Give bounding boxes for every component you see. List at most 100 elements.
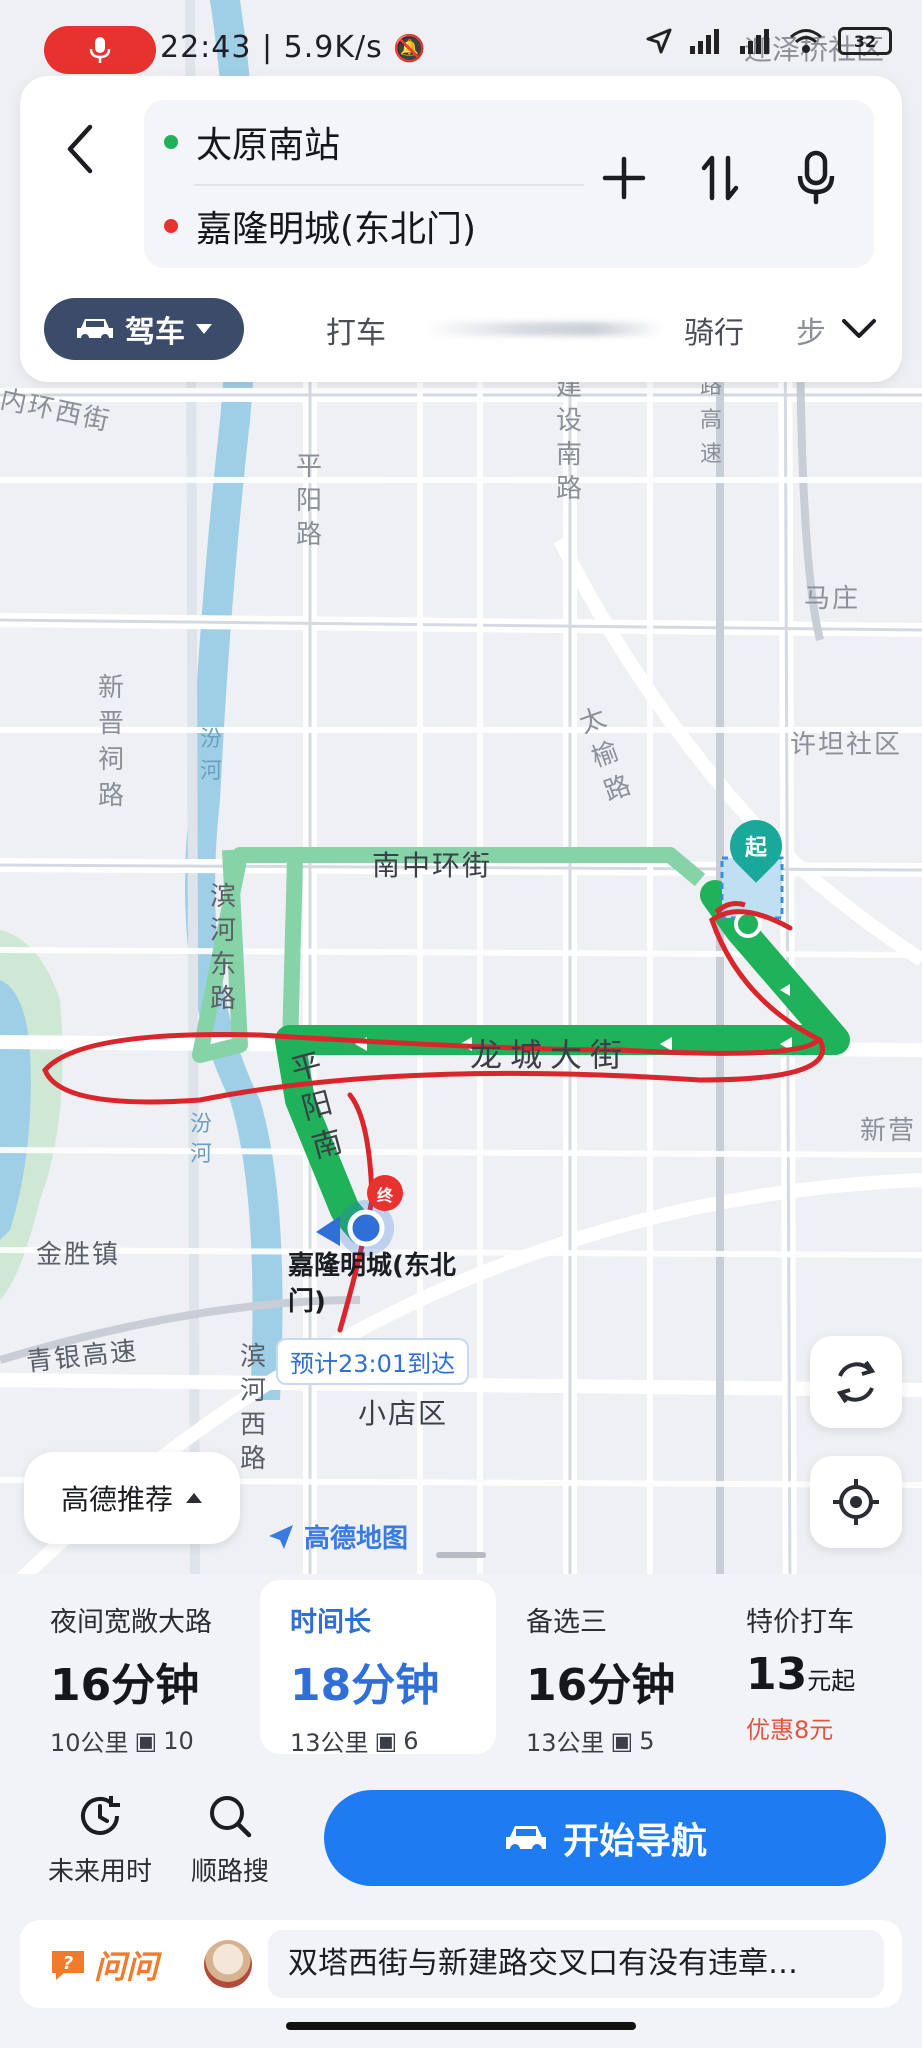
tab-ride[interactable]: 骑行 [684,308,744,352]
plan-price: 13元起 [746,1649,902,1700]
map-label-longcheng: 龙城大街 [470,1036,631,1074]
signal-icon-2 [740,29,769,54]
map-label-gaosu: 路 高速 [700,374,725,467]
ask-logo: ? 问问 [48,1942,158,1988]
tab-taxi[interactable]: 打车 [326,308,386,352]
plan-info: 13公里 ▣ 5 [526,1723,736,1758]
future-time-button[interactable]: 未来用时 [40,1774,160,1904]
swap-route-button[interactable] [690,148,750,208]
ask-bar[interactable]: ? 问问 双塔西街与新建路交叉口有没有违章… [20,1920,902,2008]
traffic-light-icon: ▣ [610,1726,634,1755]
search-icon [210,1795,252,1837]
microphone-icon [797,150,835,205]
search-along-button[interactable]: 顺路搜 [170,1774,290,1904]
amap-logo: 高德地图 [266,1518,408,1555]
status-time-speed: 22:43 | 5.9K/s 🔕 [160,30,427,65]
start-location-field[interactable]: 太原南站 [164,112,340,172]
map-label-xutan: 许坦社区 [790,730,903,760]
start-navigation-button[interactable]: 开始导航 [324,1790,886,1886]
map-label-fen-river-2: 汾河 [190,1112,215,1167]
plan-lights: 5 [639,1726,655,1755]
eta-badge: 预计23:01到达 [276,1338,470,1385]
voice-input-button[interactable] [786,148,846,208]
destination-label[interactable]: 嘉隆明城(东北门) [288,1248,488,1320]
route-plan-1[interactable]: 夜间宽敞大路 16分钟 10公里 ▣ 10 [20,1580,260,1757]
price-unit: 元起 [807,1667,856,1695]
more-modes-button[interactable] [834,304,884,354]
plus-icon [602,156,646,200]
map-label-xinjin: 新晋祠路 [98,673,127,811]
price-value: 13 [746,1649,808,1700]
refresh-route-button[interactable] [810,1336,902,1428]
clock-icon [81,1795,120,1835]
plan-info: 13公里 ▣ 6 [290,1723,496,1758]
chevron-down-icon [842,319,876,338]
start-location-text: 太原南站 [196,125,341,166]
plan-lights: 6 [403,1726,419,1755]
plan-time: 16分钟 [526,1660,676,1711]
tab-drive[interactable]: 驾车 [44,298,244,360]
end-dot-icon [164,219,178,233]
route-preference-label: 高德推荐 [60,1483,173,1516]
ask-question[interactable]: 双塔西街与新建路交叉口有没有违章… [268,1930,884,1998]
route-actions [594,148,846,208]
amap-logo-icon [269,1524,293,1549]
route-preference-button[interactable]: 高德推荐 [24,1452,240,1544]
ask-brand: 问问 [94,1948,159,1986]
plan-info: 10公里 ▣ 10 [50,1723,260,1758]
plan-name: 时间长 [290,1607,371,1638]
map-label-jinsheng: 金胜镇 [36,1240,121,1270]
start-navigation-label: 开始导航 [562,1821,707,1862]
plan-distance: 13公里 [290,1729,369,1757]
traffic-light-icon: ▣ [134,1726,158,1755]
crosshair-icon [833,1479,879,1525]
recording-indicator[interactable] [44,26,156,74]
taxi-plan[interactable]: 特价打车 13元起 优惠8元 [736,1580,902,1754]
refresh-icon [836,1360,876,1404]
plan-time: 16分钟 [50,1660,200,1711]
end-location-field[interactable]: 嘉隆明城(东北门) [164,196,476,256]
add-waypoint-button[interactable] [594,148,654,208]
plan-name: 备选三 [526,1607,607,1638]
future-time-label: 未来用时 [47,1856,152,1887]
map-label-xinying: 新营 [860,1116,917,1146]
bottom-actions: 未来用时 顺路搜 开始导航 [20,1774,902,1904]
route-plans: 夜间宽敞大路 16分钟 10公里 ▣ 10 时间长 18分钟 13公里 ▣ 6 备选三 … [20,1580,902,1757]
route-plan-2[interactable]: 时间长 18分钟 13公里 ▣ 6 [260,1580,496,1757]
map-label-nanzhong: 南中环街 [372,849,493,882]
swap-icon [701,155,739,201]
car-icon [77,319,113,342]
sheet-drag-handle[interactable] [436,1552,486,1558]
microphone-icon [89,37,111,63]
map-label-mazhuang: 马庄 [804,584,861,614]
end-marker[interactable]: 终 [376,1182,394,1205]
battery-indicator: 32 [838,27,892,55]
signal-icon [690,29,719,54]
end-location-text: 嘉隆明城(东北门) [196,209,477,250]
tab-walk[interactable]: 步 [796,308,826,352]
caret-up-icon [186,1493,202,1503]
traffic-light-icon: ▣ [374,1726,398,1755]
plan-distance: 13公里 [526,1729,605,1757]
map-label-pingyang-road: 平阳路 [296,452,325,550]
map-label-jianshe-south: 建设南路 [556,372,585,504]
amap-logo-text: 高德地图 [304,1524,409,1554]
avatar [204,1940,252,1988]
route-input-box: 太原南站 嘉隆明城(东北门) [144,100,874,268]
back-button[interactable] [50,104,110,194]
route-plan-3[interactable]: 备选三 16分钟 13公里 ▣ 5 [496,1580,736,1757]
chat-question-icon: ? [52,1951,84,1980]
route-divider [194,184,584,186]
my-location-button[interactable] [810,1456,902,1548]
map-label-xiaodian: 小店区 [358,1397,449,1430]
tab-drive-label: 驾车 [125,315,185,350]
location-arrow-icon [646,28,672,54]
home-indicator [286,2022,636,2030]
status-time: 22:43 [160,30,252,65]
start-dot-icon [164,135,178,149]
mode-tabs-blur [424,322,664,336]
wifi-icon [790,29,822,53]
plan-name: 特价打车 [746,1607,854,1638]
plan-name: 夜间宽敞大路 [50,1607,212,1638]
status-icons: 32 [644,26,892,56]
